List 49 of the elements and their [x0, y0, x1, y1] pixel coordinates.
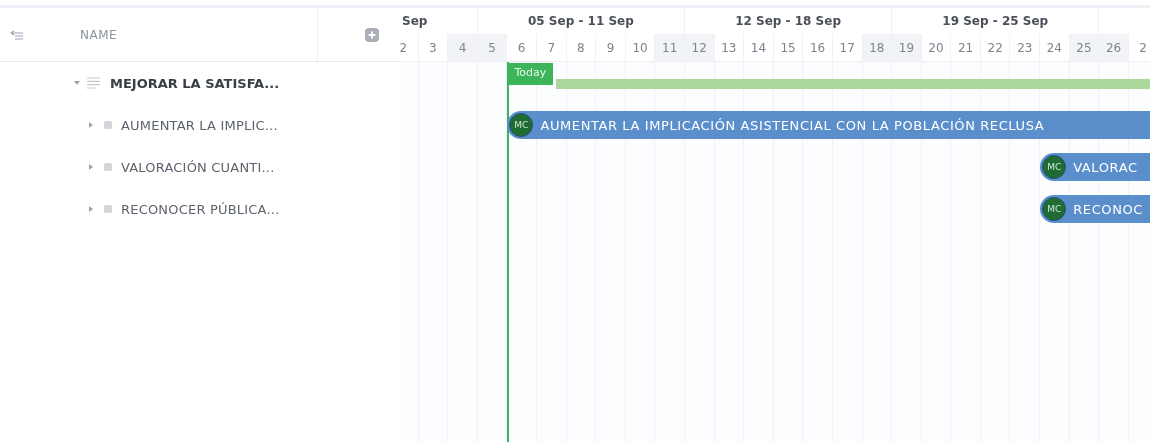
day-header: 4	[448, 34, 478, 61]
day-header: 16	[803, 34, 833, 61]
day-header: 11	[655, 34, 685, 61]
day-header: 12	[684, 34, 715, 61]
status-square-icon	[104, 121, 112, 129]
day-header: 19	[892, 34, 922, 61]
task-name[interactable]: RECONOCER PÚBLICA...	[121, 201, 280, 217]
day-header: 24	[1040, 34, 1070, 61]
task-name[interactable]: AUMENTAR LA IMPLIC...	[121, 117, 278, 133]
day-header: 21	[951, 34, 981, 61]
task-bar-label: RECONOC	[1073, 201, 1143, 217]
caret-icon[interactable]	[87, 205, 95, 213]
day-header: 13	[714, 34, 745, 61]
task-bar[interactable]: MC AUMENTAR LA IMPLICACIÓN ASISTENCIAL CON LA POBLACIÓN RECLUSA	[507, 111, 1150, 139]
day-header: 15	[773, 34, 804, 61]
avatar: MC	[509, 113, 534, 137]
day-header: 26	[1099, 34, 1129, 61]
day-header: 5	[477, 34, 508, 61]
avatar: MC	[1042, 197, 1067, 221]
day-header: 14	[744, 34, 774, 61]
day-header: 18	[862, 34, 893, 61]
status-square-icon	[104, 163, 112, 171]
task-name[interactable]: MEJORAR LA SATISFA...	[110, 75, 280, 91]
task-bar[interactable]: MC VALORAC	[1040, 153, 1150, 181]
name-column-header: NAME	[80, 27, 118, 42]
day-header: 8	[566, 34, 597, 61]
day-header: 20	[921, 34, 952, 61]
day-header: 17	[832, 34, 863, 61]
day-header: 23	[1010, 34, 1041, 61]
task-bar-label: VALORAC	[1073, 159, 1138, 175]
caret-icon[interactable]	[73, 79, 81, 87]
day-header: 9	[596, 34, 626, 61]
task-bar-label: AUMENTAR LA IMPLICACIÓN ASISTENCIAL CON LA POBLACIÓN RECLUSA	[540, 117, 1045, 133]
caret-icon[interactable]	[87, 163, 95, 171]
day-header: 7	[536, 34, 567, 61]
status-square-icon	[104, 205, 112, 213]
add-column-icon[interactable]	[365, 27, 380, 42]
day-header: 2	[400, 34, 419, 61]
day-header: 25	[1069, 34, 1100, 61]
task-name[interactable]: VALORACIÓN CUANTI...	[121, 159, 275, 175]
day-header: 2	[1128, 34, 1150, 61]
avatar: MC	[1042, 155, 1067, 179]
collapse-icon[interactable]	[10, 29, 24, 40]
list-icon	[87, 77, 100, 89]
caret-icon[interactable]	[87, 121, 95, 129]
today-label: Today	[507, 63, 554, 85]
day-header: 22	[980, 34, 1011, 61]
day-header: 6	[507, 34, 537, 61]
task-bar[interactable]: MC RECONOC	[1040, 195, 1150, 223]
